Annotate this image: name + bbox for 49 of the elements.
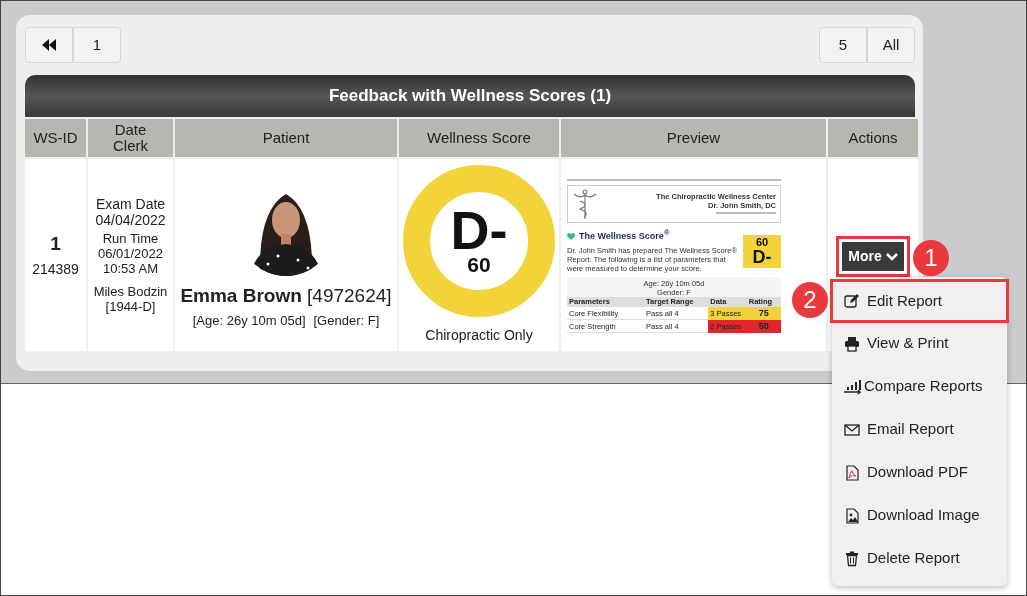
menu-item[interactable]: Compare Reports: [832, 365, 1007, 408]
score-value: 60: [467, 254, 491, 276]
page-button[interactable]: 1: [73, 27, 121, 63]
column-header: Patient: [175, 117, 397, 159]
printer-icon: [844, 335, 860, 352]
chevron-down-icon: [885, 253, 898, 262]
record-number: 214389: [31, 259, 80, 279]
patient-age: [Age: 26y 10m 05d]: [192, 311, 306, 330]
menu-item[interactable]: Edit Report: [832, 281, 1007, 321]
page-button[interactable]: 5: [819, 27, 867, 63]
menu-item[interactable]: Download Image: [832, 494, 1007, 537]
edit-icon: [844, 293, 860, 309]
image-file-icon: [844, 507, 860, 524]
column-header: WS-ID: [25, 117, 86, 159]
score-box-grade: D-: [751, 247, 773, 266]
pdf-file-icon: [844, 464, 860, 481]
more-button[interactable]: More: [836, 236, 910, 277]
bar-chart-icon: [844, 378, 862, 395]
clerk-name: Miles Bodzin: [92, 284, 169, 300]
first-page-button[interactable]: [25, 27, 73, 63]
run-date: 06/01/2022: [96, 246, 165, 262]
menu-item[interactable]: Download PDF: [832, 451, 1007, 494]
patient-name: Emma Brown: [180, 285, 302, 306]
page-button[interactable]: All: [867, 27, 915, 63]
ws-id: 1: [49, 232, 62, 257]
envelope-icon: [844, 421, 860, 438]
column-header: Date Clerk: [88, 117, 173, 159]
score-box-value: 60: [754, 236, 770, 248]
column-header: Preview: [561, 117, 826, 159]
menu-item[interactable]: Email Report: [832, 408, 1007, 451]
date-label: Exam Date: [94, 195, 167, 212]
clerk-code: [1944-D]: [104, 299, 157, 315]
date-label: Run Time: [101, 231, 160, 247]
heart-icon: [567, 232, 575, 240]
column-header: Wellness Score: [399, 117, 559, 159]
report-heading: The Wellness Score$^{®}$: [579, 230, 670, 242]
score-grade: D-: [450, 205, 508, 255]
caduceus-icon: [572, 188, 598, 219]
menu-item[interactable]: View & Print: [832, 322, 1007, 365]
trash-icon: [844, 550, 860, 567]
patient-id: [4972624]: [307, 285, 392, 306]
column-header: Actions: [828, 117, 918, 159]
exam-date: 04/04/2022: [94, 211, 167, 228]
run-time: 10:53 AM: [102, 261, 159, 277]
patient-gender: [Gender: F]: [313, 311, 380, 330]
menu-item[interactable]: Delete Report: [832, 537, 1007, 580]
table-title: Feedback with Wellness Scores (1): [25, 75, 915, 117]
first-page-icon: [42, 39, 56, 51]
score-type: Chiropractic Only: [424, 325, 534, 345]
